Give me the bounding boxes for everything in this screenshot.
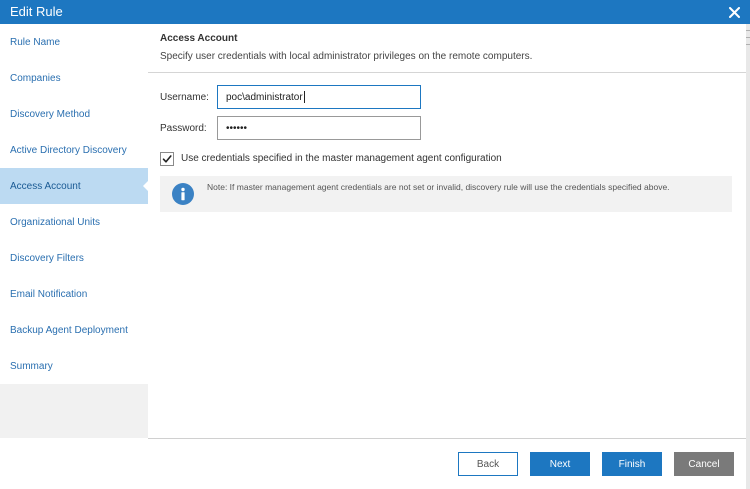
finish-button[interactable]: Finish xyxy=(602,452,662,476)
password-field[interactable]: •••••• xyxy=(217,116,421,140)
step-discovery-method[interactable]: Discovery Method xyxy=(0,96,148,132)
back-button[interactable]: Back xyxy=(458,452,518,476)
step-label: Summary xyxy=(10,360,53,372)
section-description: Specify user credentials with local admi… xyxy=(160,51,533,62)
text-caret xyxy=(303,91,305,103)
main-panel: Access Account Specify user credentials … xyxy=(148,24,746,438)
step-rule-name[interactable]: Rule Name xyxy=(0,24,148,60)
step-discovery-filters[interactable]: Discovery Filters xyxy=(0,240,148,276)
checkmark-icon xyxy=(162,155,172,163)
wizard-steps: Rule Name Companies Discovery Method Act… xyxy=(0,24,149,384)
step-label: Access Account xyxy=(10,180,81,192)
window-right-edge xyxy=(746,24,750,489)
divider xyxy=(148,72,746,73)
step-label: Rule Name xyxy=(10,36,61,48)
step-label: Organizational Units xyxy=(10,216,101,228)
step-backup-agent-deployment[interactable]: Backup Agent Deployment xyxy=(0,312,148,348)
info-icon xyxy=(172,183,194,205)
step-email-notification[interactable]: Email Notification xyxy=(0,276,148,312)
password-value: •••••• xyxy=(226,122,248,134)
step-active-directory-discovery[interactable]: Active Directory Discovery xyxy=(0,132,148,168)
step-label: Discovery Filters xyxy=(10,252,84,264)
close-button[interactable] xyxy=(724,2,744,22)
step-access-account[interactable]: Access Account xyxy=(0,168,149,204)
use-master-credentials-label: Use credentials specified in the master … xyxy=(181,153,502,164)
dialog-footer: Back Next Finish Cancel xyxy=(148,438,746,489)
resize-grip[interactable] xyxy=(746,30,750,70)
step-label: Email Notification xyxy=(10,288,88,300)
step-summary[interactable]: Summary xyxy=(0,348,148,384)
step-label: Companies xyxy=(10,72,61,84)
username-field[interactable]: poc\administrator xyxy=(217,85,421,109)
window-title: Edit Rule xyxy=(10,4,63,19)
use-master-credentials-checkbox[interactable] xyxy=(160,152,174,166)
step-label: Active Directory Discovery xyxy=(10,144,127,156)
next-button[interactable]: Next xyxy=(530,452,590,476)
username-value: poc\administrator xyxy=(226,91,303,103)
password-label: Password: xyxy=(160,123,207,134)
close-icon xyxy=(728,6,740,18)
title-bar: Edit Rule xyxy=(0,0,750,24)
username-label: Username: xyxy=(160,92,209,103)
step-organizational-units[interactable]: Organizational Units xyxy=(0,204,148,240)
section-title: Access Account xyxy=(160,33,238,44)
step-companies[interactable]: Companies xyxy=(0,60,148,96)
info-note: Note: If master management agent credent… xyxy=(160,176,732,212)
wizard-sidebar: Rule Name Companies Discovery Method Act… xyxy=(0,24,149,438)
note-text: Note: If master management agent credent… xyxy=(207,182,670,192)
step-label: Discovery Method xyxy=(10,108,91,120)
cancel-button[interactable]: Cancel xyxy=(674,452,734,476)
step-label: Backup Agent Deployment xyxy=(10,324,128,336)
